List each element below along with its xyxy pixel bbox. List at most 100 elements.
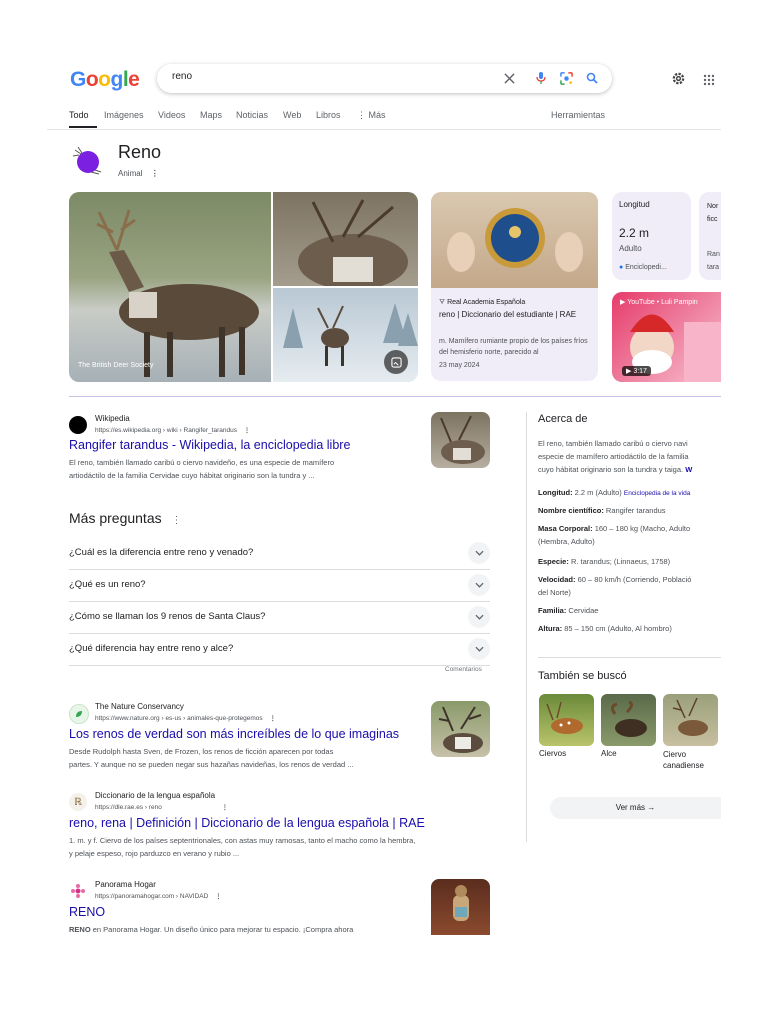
entity-menu-icon[interactable]: ⋮	[151, 169, 159, 178]
partial-card-label: Nor ficc	[707, 203, 719, 223]
fact-label: Masa Corporal:	[538, 524, 593, 533]
fact-label: Altura:	[538, 624, 563, 633]
tools-button[interactable]: Herramientas	[551, 110, 605, 120]
feedback-link[interactable]: Comentarios	[445, 666, 482, 673]
entity-subtitle: Animal ⋮	[118, 169, 159, 178]
wikipedia-result-thumbnail[interactable]	[431, 412, 490, 468]
chevron-down-icon[interactable]	[468, 638, 490, 660]
result-title-link[interactable]: Los renos de verdad son más increíbles d…	[69, 727, 399, 741]
panorama-result-thumbnail[interactable]	[431, 879, 490, 935]
result-source: Wikipedia	[95, 414, 130, 423]
result-menu-icon[interactable]: ⋮	[269, 715, 276, 722]
length-label: Longitud	[619, 200, 650, 209]
fact-speed: Velocidad: 60 – 80 km/h (Corriendo, Pobl…	[538, 573, 722, 599]
logo-letter: G	[70, 68, 86, 91]
fact-value: 2.2 m (Adulto)	[572, 488, 624, 497]
result-title-link[interactable]: Rangifer tarandus - Wikipedia, la encicl…	[69, 438, 350, 452]
also-searched-label[interactable]: Ciervo canadiense	[663, 749, 719, 771]
tab-more[interactable]: ⋮ Más	[357, 110, 386, 121]
result-url: https://panoramahogar.com › NAVIDAD ⋮	[95, 892, 222, 900]
fact-label: Nombre científico:	[538, 506, 604, 515]
chevron-down-icon[interactable]	[468, 574, 490, 596]
snippet-line: Desde Rudolph hasta Sven, de Frozen, los…	[69, 747, 334, 756]
tab-images[interactable]: Imágenes	[104, 110, 144, 120]
length-source-label: Enciclopedi...	[625, 264, 667, 271]
tab-videos[interactable]: Videos	[158, 110, 185, 120]
snippet-line: 1. m. y f. Ciervo de los países septentr…	[69, 836, 416, 845]
lens-icon[interactable]	[558, 70, 574, 86]
settings-gear-icon[interactable]	[671, 71, 686, 91]
also-searched-deer-image[interactable]	[539, 694, 594, 746]
also-searched-moose-image[interactable]	[601, 694, 656, 746]
rae-dictionary-card[interactable]: 🜃 Real Academia Española reno | Dicciona…	[431, 192, 598, 381]
search-input[interactable]	[170, 70, 474, 83]
result-menu-icon[interactable]: ⋮	[215, 893, 222, 900]
google-logo[interactable]: Google	[70, 68, 140, 92]
result-title-link[interactable]: reno, rena | Definición | Diccionario de…	[69, 816, 425, 830]
tab-news[interactable]: Noticias	[236, 110, 268, 120]
reindeer-image-main[interactable]: The British Deer Society	[69, 192, 271, 382]
panorama-hogar-favicon-icon	[69, 882, 87, 900]
nature-result-thumbnail[interactable]	[431, 701, 490, 757]
image-collage[interactable]: The British Deer Society	[69, 192, 418, 382]
microphone-icon[interactable]	[533, 70, 549, 86]
globe-icon: ●	[619, 264, 624, 271]
result-snippet: RENO en Panorama Hogar. Un diseño único …	[69, 923, 424, 935]
wikipedia-favicon-icon	[69, 416, 87, 434]
fact-species: Especie: R. tarandus; (Linnaeus, 1758)	[538, 555, 722, 568]
video-source-label: YouTube • Luli Pampin	[627, 299, 698, 306]
result-title-link[interactable]: RENO	[69, 905, 105, 919]
video-duration: ▶ 3:17	[622, 366, 651, 376]
also-searched-label[interactable]: Alce	[601, 749, 617, 758]
apps-grid-icon[interactable]	[703, 73, 715, 91]
fact-source-link[interactable]: Enciclopedia de la vida	[624, 490, 691, 497]
about-description: El reno, también llamado caribú o ciervo…	[538, 437, 722, 476]
about-desc-line: El reno, también llamado caribú o ciervo…	[538, 439, 688, 448]
about-desc-line: cuyo hábitat originario son la tundra y …	[538, 463, 722, 476]
youtube-video-card[interactable]: ▶ YouTube • Luli Pampin ▶ 3:17	[612, 292, 721, 382]
wikipedia-link[interactable]: W	[685, 465, 692, 474]
paa-question[interactable]: ¿Cómo se llaman los 9 renos de Santa Cla…	[69, 601, 490, 634]
length-source: ● Enciclopedi...	[619, 264, 667, 271]
video-source: ▶ YouTube • Luli Pampin	[620, 298, 698, 306]
image-credit: The British Deer Society	[78, 362, 154, 369]
search-icon[interactable]	[584, 70, 600, 86]
partial-attribute-card[interactable]: Nor ficc Ran tara	[699, 192, 721, 280]
result-menu-icon[interactable]: ⋮	[222, 804, 229, 811]
length-attribute-card[interactable]: Longitud 2.2 m Adulto ● Enciclopedi...	[612, 192, 691, 280]
logo-letter: e	[128, 68, 140, 91]
paa-question[interactable]: ¿Qué diferencia hay entre reno y alce?	[69, 633, 490, 666]
result-url-text: https://panoramahogar.com › NAVIDAD	[95, 893, 209, 900]
reindeer-image-top-right[interactable]	[273, 192, 418, 290]
tab-books[interactable]: Libros	[316, 110, 341, 120]
view-more-button[interactable]: Ver más →	[550, 797, 721, 819]
snippet-line: y pelaje espeso, rojo parduzco en verano…	[69, 849, 240, 858]
paa-question[interactable]: ¿Qué es un reno?	[69, 569, 490, 602]
tab-maps[interactable]: Maps	[200, 110, 222, 120]
reindeer-thumbnail-icon	[69, 142, 105, 178]
fact-scientific-name: Nombre científico: Rangifer tarandus	[538, 504, 722, 517]
clear-icon[interactable]	[501, 70, 517, 86]
result-menu-icon[interactable]: ⋮	[244, 427, 251, 434]
fact-height: Altura: 85 – 150 cm (Adulto, Al hombro)	[538, 622, 722, 635]
rae-card-title[interactable]: reno | Diccionario del estudiante | RAE	[439, 309, 591, 321]
rae-source-label: Real Academia Española	[447, 299, 526, 306]
paa-question-text: ¿Qué es un reno?	[69, 579, 146, 590]
also-searched-heading: También se buscó	[538, 670, 627, 682]
image-search-icon[interactable]	[384, 350, 408, 374]
paa-heading: Más preguntas ⋮	[69, 510, 182, 526]
paa-question[interactable]: ¿Cuál es la diferencia entre reno y vena…	[69, 537, 490, 570]
paa-menu-icon[interactable]: ⋮	[172, 515, 182, 526]
snippet-line: en Panorama Hogar. Un diseño único para …	[90, 925, 354, 934]
rae-favicon-icon: ℝ	[69, 793, 87, 811]
result-url: https://dle.rae.es › reno ⋮	[95, 803, 228, 811]
fact-value: Rangifer tarandus	[603, 506, 666, 515]
chevron-down-icon[interactable]	[468, 606, 490, 628]
length-value: 2.2 m	[619, 226, 650, 240]
also-searched-label[interactable]: Ciervos	[539, 749, 566, 758]
tab-web[interactable]: Web	[283, 110, 301, 120]
also-searched-elk-image[interactable]	[663, 694, 718, 746]
paa-question-text: ¿Cómo se llaman los 9 renos de Santa Cla…	[69, 611, 266, 622]
tab-todo[interactable]: Todo	[69, 110, 89, 120]
chevron-down-icon[interactable]	[468, 542, 490, 564]
